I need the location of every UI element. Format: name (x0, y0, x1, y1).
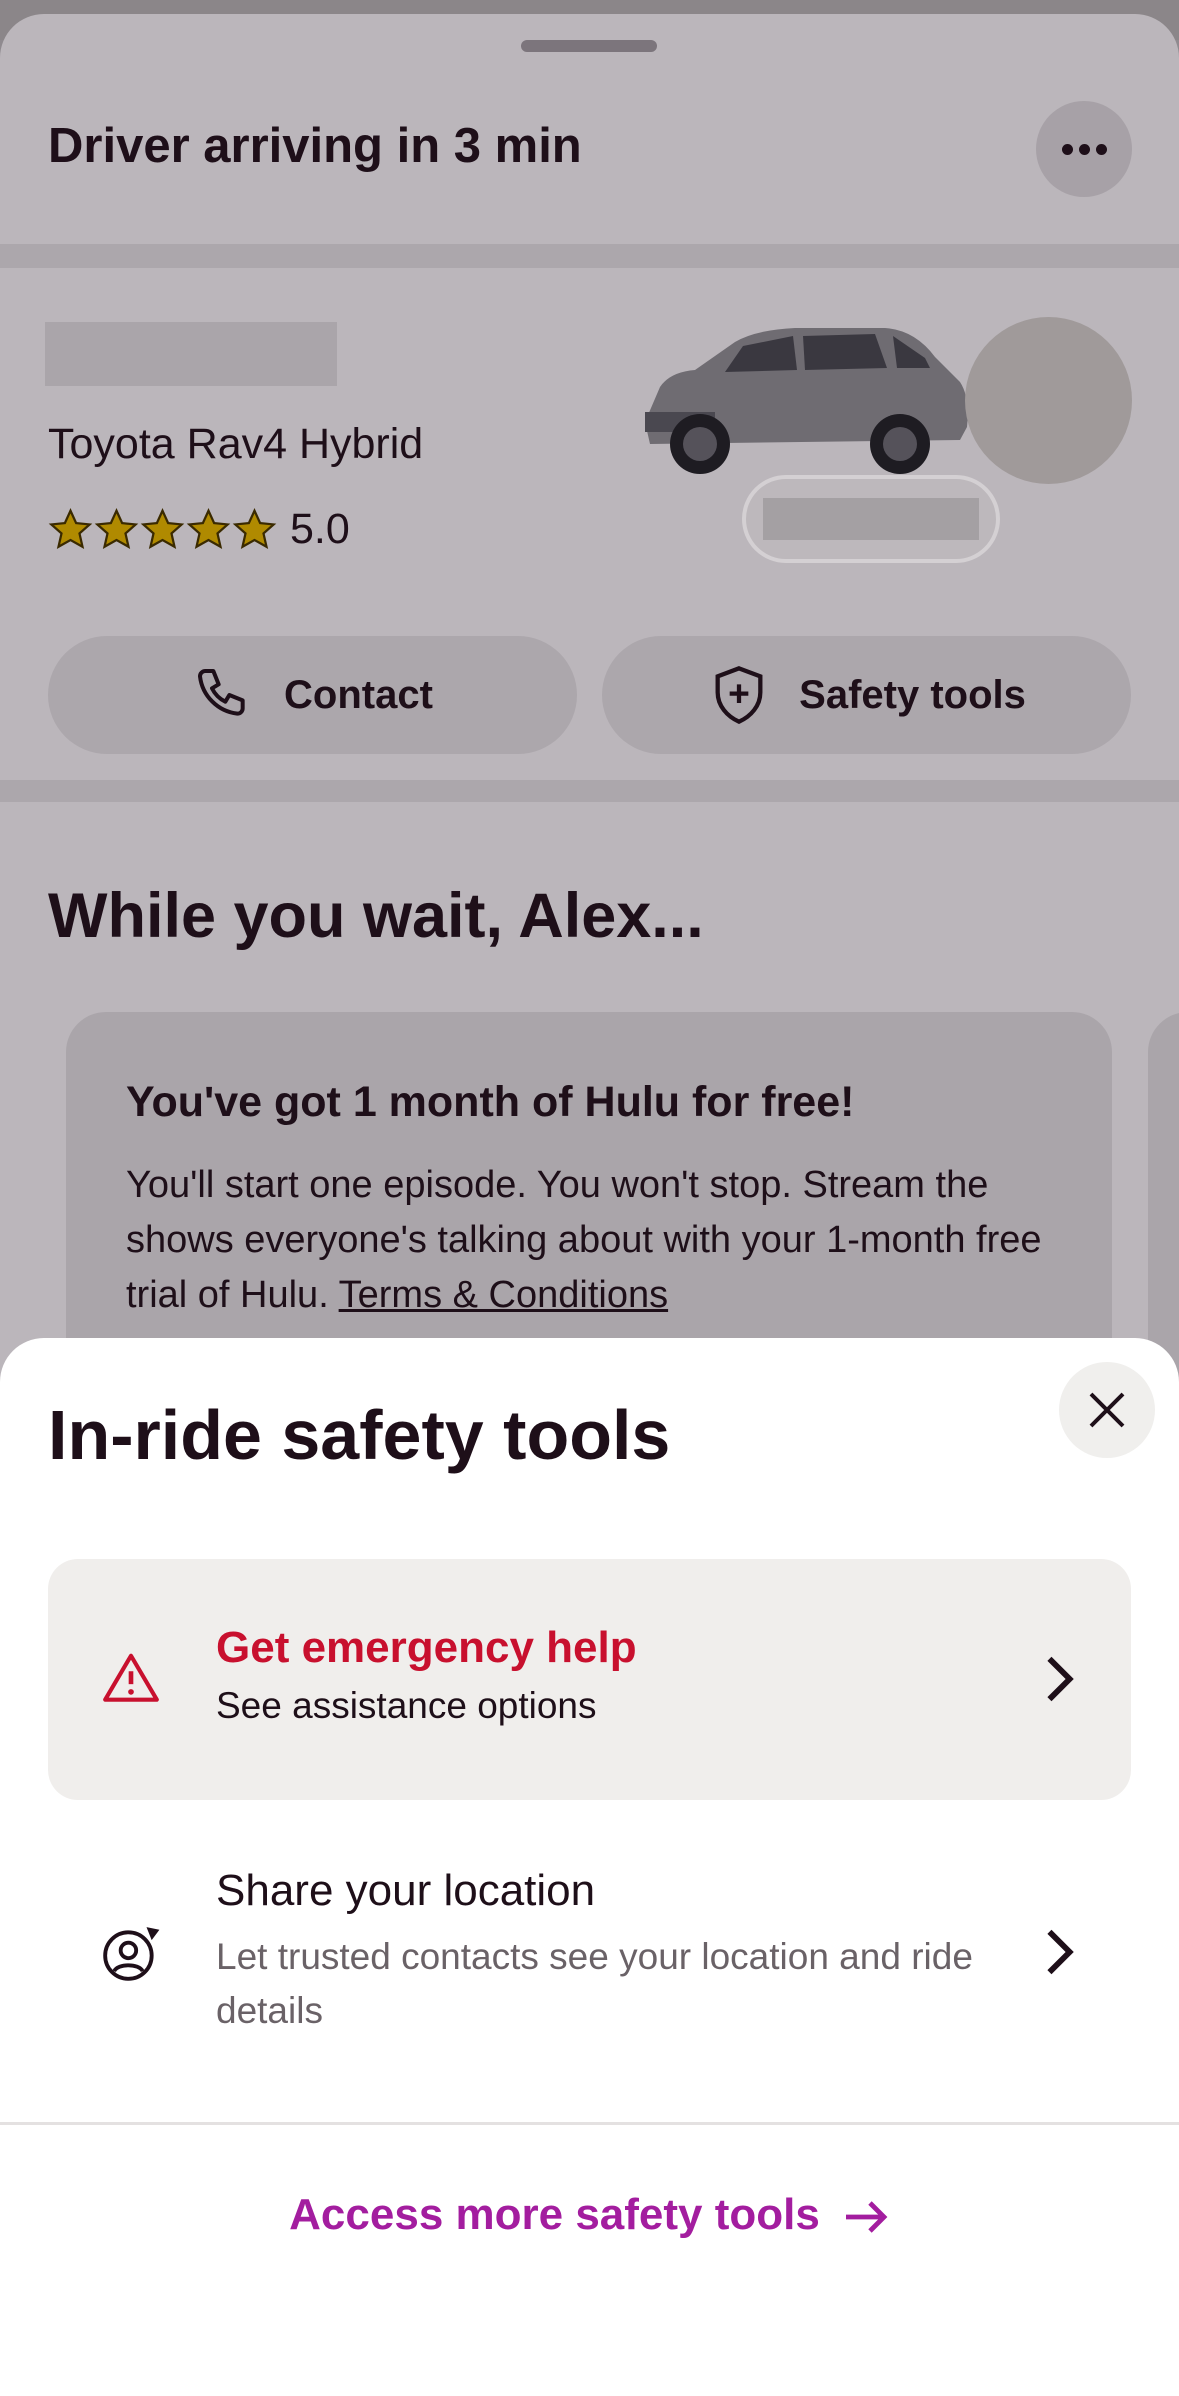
safety-tools-button[interactable]: Safety tools (602, 636, 1131, 754)
access-more-label: Access more safety tools (289, 2190, 820, 2239)
driver-name-redacted (45, 322, 337, 386)
phone-icon (198, 669, 245, 716)
contact-button[interactable]: Contact (48, 636, 577, 754)
close-button[interactable] (1059, 1362, 1155, 1458)
rating-stars: 5.0 (48, 505, 350, 554)
access-more-safety-tools-link[interactable]: Access more safety tools (0, 2190, 1179, 2240)
share-location-row[interactable]: Share your location Let trusted contacts… (48, 1838, 1131, 2048)
contact-label: Contact (284, 672, 433, 717)
more-options-button[interactable] (1036, 101, 1132, 197)
share-location-title: Share your location (216, 1866, 596, 1915)
divider (0, 2122, 1179, 2125)
star-icon (232, 508, 277, 549)
vehicle-model: Toyota Rav4 Hybrid (48, 420, 424, 468)
emergency-subtitle: See assistance options (216, 1685, 597, 1726)
safety-tools-label: Safety tools (799, 672, 1026, 717)
license-plate-badge (742, 475, 1000, 563)
arrow-right-icon (845, 2201, 888, 2234)
star-icon (186, 508, 231, 549)
driver-eta-title: Driver arriving in 3 min (48, 119, 582, 173)
promo-title: You've got 1 month of Hulu for free! (126, 1078, 855, 1126)
emergency-title: Get emergency help (216, 1623, 637, 1672)
promo-section-title: While you wait, Alex... (48, 881, 704, 951)
section-divider (0, 244, 1179, 268)
sheet-grabber[interactable] (521, 40, 657, 52)
close-icon (1089, 1392, 1125, 1428)
driver-avatar[interactable] (965, 317, 1132, 484)
terms-link[interactable]: Terms & Conditions (339, 1274, 668, 1316)
section-divider (0, 780, 1179, 802)
more-dot-icon (1061, 143, 1073, 155)
rating-value: 5.0 (290, 505, 350, 553)
vehicle-image (645, 328, 968, 474)
promo-body: You'll start one episode. You won't stop… (126, 1158, 1046, 1323)
star-icon (94, 508, 139, 549)
emergency-help-row[interactable]: Get emergency help See assistance option… (48, 1559, 1131, 1800)
share-location-subtitle: Let trusted contacts see your location a… (216, 1936, 973, 2031)
chevron-right-icon (1047, 1656, 1074, 1702)
chevron-right-icon (1047, 1929, 1074, 1975)
star-icon (140, 508, 185, 549)
share-location-icon (103, 1927, 160, 1981)
warning-icon (103, 1653, 159, 1702)
license-plate-redacted (763, 498, 979, 540)
star-icon (48, 508, 93, 549)
shield-plus-icon (715, 666, 763, 725)
modal-title: In-ride safety tools (48, 1396, 671, 1474)
